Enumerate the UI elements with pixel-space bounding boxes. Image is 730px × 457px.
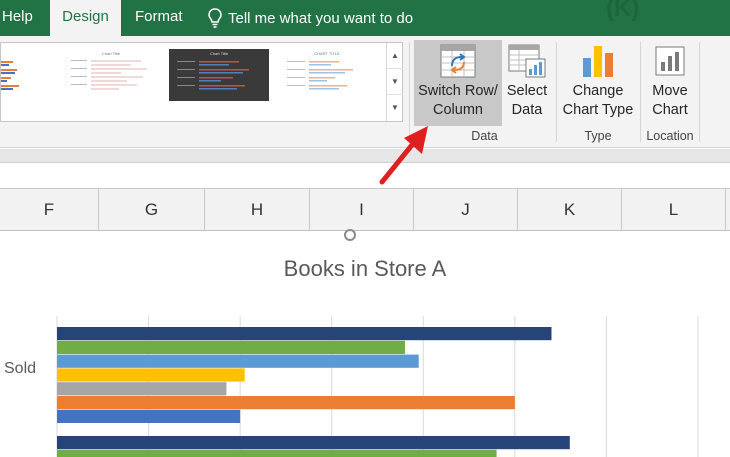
chart-title[interactable]: Books in Store A	[0, 256, 730, 282]
column-header-f[interactable]: F	[0, 189, 99, 231]
lightbulb-icon	[208, 8, 222, 28]
change-chart-type-label-2: Chart Type	[562, 102, 634, 118]
bar-group2-series1[interactable]	[57, 436, 570, 450]
column-header-i[interactable]: I	[310, 189, 414, 231]
gallery-more-icon[interactable]: ▼	[387, 95, 403, 121]
ribbon-separator	[699, 42, 700, 142]
ribbon-tab-bar: Help Design Format Tell me what you want…	[0, 0, 730, 36]
ribbon-panel: Chart Title Chart Title CHART TITLE ▲ ▼ …	[0, 36, 730, 148]
bar-group1-series7[interactable]	[57, 409, 241, 423]
switch-row-column-label-2: Column	[433, 102, 483, 118]
change-chart-type-icon	[583, 46, 613, 77]
thumb-title: Chart Title	[101, 51, 121, 56]
bar-group1-series4[interactable]	[57, 368, 245, 382]
select-data-label-1: Select	[506, 83, 548, 99]
chart-style-thumb-4[interactable]: CHART TITLE	[277, 49, 377, 101]
tell-me-text: Tell me what you want to do	[228, 9, 414, 27]
bar-group2-series2[interactable]	[57, 449, 497, 457]
change-chart-type-button[interactable]: Change Chart Type	[560, 40, 636, 126]
group-label-type: Type	[584, 129, 612, 143]
tab-format[interactable]: Format	[135, 0, 183, 36]
bar-group1-series6[interactable]	[57, 396, 515, 410]
watermark-logo: (K)	[606, 0, 640, 22]
select-data-button[interactable]: Select Data	[504, 40, 550, 126]
switch-row-column-icon	[440, 44, 476, 78]
style-thumb-bars-4	[287, 61, 353, 90]
style-thumb-bars-3	[177, 61, 249, 90]
chart-style-thumb-3[interactable]: Chart Title	[169, 49, 269, 101]
chart-style-thumb-2[interactable]: Chart Title	[61, 49, 161, 101]
column-header-k[interactable]: K	[518, 189, 622, 231]
bar-group1-series3[interactable]	[57, 354, 419, 368]
gallery-scroll-down-icon[interactable]: ▼	[387, 69, 403, 95]
gallery-scrollbar: ▲ ▼ ▼	[386, 43, 403, 121]
formula-bar[interactable]	[0, 163, 730, 189]
move-chart-label-1: Move	[652, 83, 688, 99]
ribbon-collapse-strip	[0, 149, 730, 163]
move-chart-button[interactable]: Move Chart	[644, 40, 696, 126]
group-label-location: Location	[646, 129, 694, 143]
switch-row-column-button[interactable]: Switch Row/ Column	[414, 40, 502, 126]
thumb-title: CHART TITLE	[314, 51, 340, 56]
gallery-scroll-up-icon[interactable]: ▲	[387, 43, 403, 69]
column-header-g[interactable]: G	[99, 189, 205, 231]
category-axis-label: Sold	[4, 360, 37, 377]
move-chart-label-2: Chart	[652, 102, 688, 118]
bar-group1-series5[interactable]	[57, 382, 227, 396]
column-header-h[interactable]: H	[205, 189, 310, 231]
column-headers: F G H I J K L	[0, 189, 730, 231]
ribbon-separator	[640, 42, 641, 142]
style-thumb-bars-2	[71, 60, 147, 90]
chart-rotate-handle[interactable]	[344, 229, 356, 241]
annotation-arrow-icon	[379, 126, 428, 185]
switch-row-column-label-1: Switch Row/	[418, 83, 498, 99]
bar-group1-series2[interactable]	[57, 340, 405, 354]
tab-help[interactable]: Help	[2, 0, 33, 36]
move-chart-icon	[655, 46, 685, 76]
chart-style-thumb-1[interactable]	[0, 49, 63, 101]
bar-group1-series1[interactable]	[57, 327, 552, 341]
change-chart-type-label-1: Change	[572, 83, 624, 99]
select-data-label-2: Data	[511, 102, 543, 118]
select-data-icon	[508, 44, 546, 78]
tell-me-search[interactable]: Tell me what you want to do	[208, 0, 413, 36]
style-thumb-bars-1	[1, 61, 19, 90]
tab-design[interactable]: Design	[50, 0, 121, 36]
column-header-l[interactable]: L	[622, 189, 726, 231]
thumb-title: Chart Title	[209, 51, 229, 56]
ribbon-separator	[556, 42, 557, 142]
chart-styles-gallery: Chart Title Chart Title CHART TITLE ▲ ▼ …	[0, 42, 403, 122]
column-header-j[interactable]: J	[414, 189, 518, 231]
